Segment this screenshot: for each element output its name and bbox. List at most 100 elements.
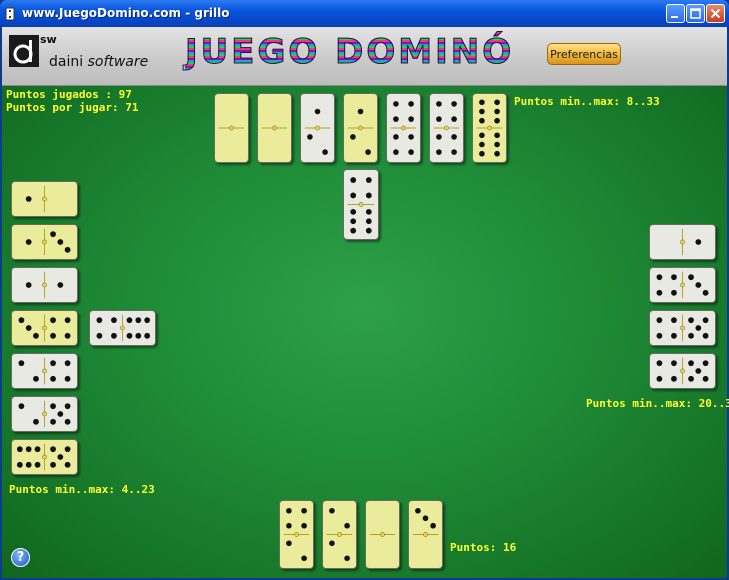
pip (479, 132, 485, 139)
pip (357, 108, 364, 115)
pip (286, 540, 292, 547)
my-hand-tile[interactable] (322, 500, 357, 569)
pip (451, 101, 457, 107)
pip (365, 208, 372, 215)
pip (408, 116, 414, 122)
pip (393, 149, 399, 155)
brand-name-part-1: daini (49, 54, 88, 70)
right-player-tile[interactable] (649, 224, 716, 260)
maximize-button[interactable] (686, 4, 705, 23)
preferences-button[interactable]: Preferencias (547, 43, 621, 65)
my-hand-tile[interactable] (365, 500, 400, 569)
top-player-tile[interactable] (429, 93, 464, 163)
header-bar: sw daini software JUEGO DOMINÓ Preferenc… (0, 27, 729, 86)
pip (671, 360, 677, 367)
pip (494, 141, 500, 148)
pip (436, 116, 442, 122)
pip (18, 360, 25, 367)
help-button[interactable]: ? (11, 548, 30, 567)
pip (350, 227, 357, 234)
pip (64, 418, 71, 425)
left-player-tile[interactable] (11, 181, 78, 217)
pip (64, 403, 71, 410)
top-player-tile[interactable] (257, 93, 292, 163)
pip (25, 196, 32, 202)
played-tile[interactable] (343, 169, 379, 240)
pip (494, 99, 500, 106)
pip (365, 227, 372, 234)
pip (365, 192, 372, 199)
pip (25, 461, 32, 468)
pip (111, 317, 117, 324)
left-player-tile[interactable] (11, 353, 78, 389)
pip (64, 446, 71, 453)
my-hand-tile[interactable] (408, 500, 443, 569)
right-player-tile[interactable] (649, 267, 716, 303)
top-player-range-label: Puntos min..max: 8..33 (514, 95, 660, 108)
title-bar[interactable]: www.JuegoDomino.com - grillo (0, 0, 729, 27)
pip (314, 108, 321, 115)
left-player-tile[interactable] (11, 439, 78, 475)
pip (144, 332, 151, 339)
my-hand-tile[interactable] (279, 500, 314, 569)
pip (16, 446, 23, 453)
pip (344, 522, 350, 529)
top-player-tile[interactable] (386, 93, 421, 163)
pip (422, 515, 429, 522)
pip (695, 282, 702, 288)
pip (126, 332, 133, 339)
pip (695, 368, 702, 374)
top-player-tile[interactable] (214, 93, 249, 163)
pip (322, 149, 328, 155)
pip (494, 108, 500, 115)
pip (688, 317, 694, 324)
pip (494, 150, 500, 157)
pip (695, 239, 702, 245)
pip (408, 101, 414, 107)
points-played-label: Puntos jugados : 97 (6, 88, 132, 101)
pip (702, 289, 709, 296)
maximize-icon (690, 8, 701, 19)
game-title: JUEGO DOMINÓ (184, 32, 515, 73)
pip (656, 332, 663, 339)
brand-name: daini software (49, 54, 148, 70)
pip (50, 418, 56, 425)
pip (25, 446, 32, 453)
left-player-tile[interactable] (11, 224, 78, 260)
game-window: www.JuegoDomino.com - grillo sw daini so… (0, 0, 729, 580)
pip (430, 522, 436, 529)
top-player-tile[interactable] (343, 93, 378, 163)
pip (64, 332, 71, 339)
pip (33, 375, 39, 382)
left-player-tile[interactable] (89, 310, 156, 346)
close-icon (710, 8, 721, 19)
pip (50, 403, 56, 410)
right-player-tile[interactable] (649, 353, 716, 389)
pip (96, 317, 103, 324)
pip (671, 332, 677, 339)
pip (451, 134, 457, 140)
close-button[interactable] (706, 4, 725, 23)
pip (688, 274, 694, 281)
right-player-tile[interactable] (649, 310, 716, 346)
left-player-tile[interactable] (11, 267, 78, 303)
window-title: www.JuegoDomino.com - grillo (22, 6, 230, 20)
pip (126, 317, 133, 324)
pip (671, 317, 677, 324)
pip (702, 332, 709, 339)
pip (656, 360, 663, 367)
top-player-tile[interactable] (300, 93, 335, 163)
pip (350, 177, 357, 183)
left-player-tile[interactable] (11, 310, 78, 346)
pip (57, 282, 64, 288)
pip (329, 507, 335, 514)
pip (656, 317, 663, 324)
top-player-tile[interactable] (472, 93, 507, 163)
left-player-tile[interactable] (11, 396, 78, 432)
pip (301, 507, 307, 514)
pip (671, 289, 677, 296)
pip (286, 507, 292, 514)
minimize-button[interactable] (666, 4, 685, 23)
pip (695, 325, 702, 331)
pip (57, 239, 64, 245)
